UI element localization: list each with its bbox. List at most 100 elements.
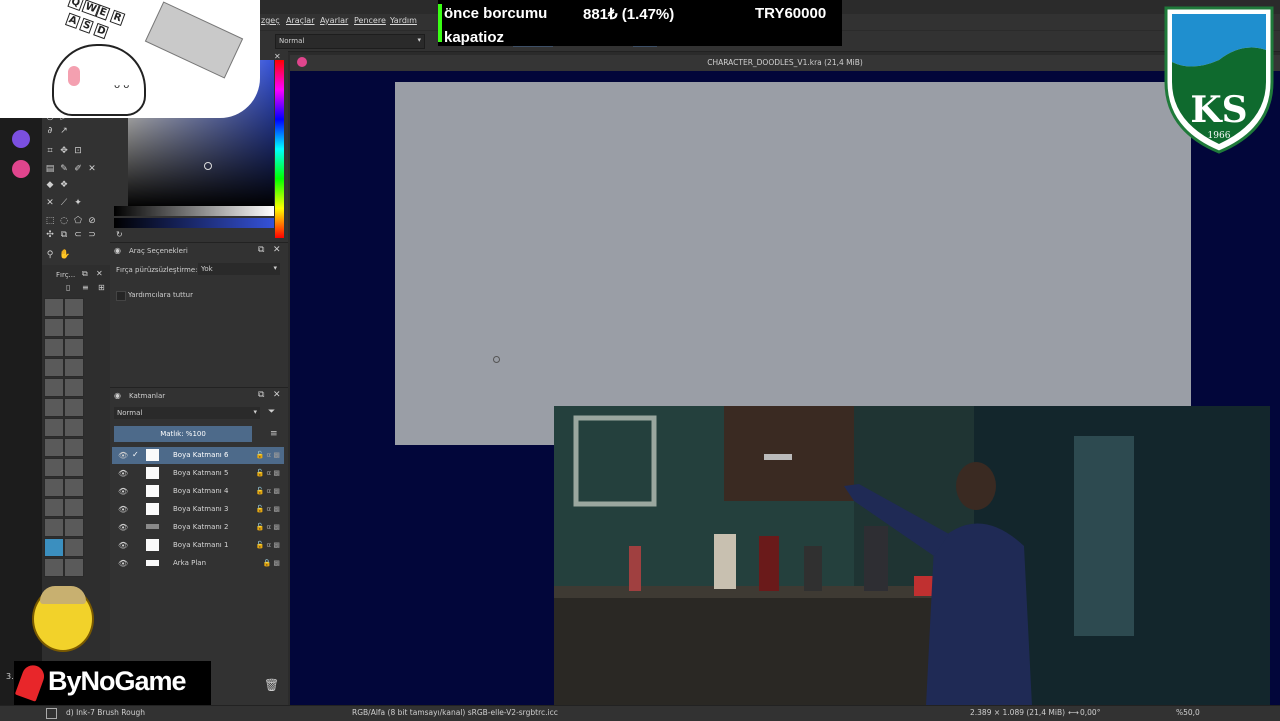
- brush-preset[interactable]: [64, 518, 84, 537]
- assistant-tool-icon[interactable]: ✕: [45, 198, 55, 208]
- menu-item-help[interactable]: Yardım: [390, 16, 417, 25]
- transform-tool-icon[interactable]: ⊡: [73, 146, 83, 156]
- brush-preset[interactable]: [44, 378, 64, 397]
- alpha-lock-icon[interactable]: 🔓 α ▩: [256, 451, 280, 459]
- measure-tool-icon[interactable]: ⟋: [59, 198, 69, 208]
- gradient-tool-icon[interactable]: ▤: [45, 164, 55, 174]
- alpha-lock-icon[interactable]: 🔓 α ▩: [256, 541, 280, 549]
- freehand-select-icon[interactable]: ⊘: [87, 216, 97, 226]
- menu-item-tools[interactable]: Araçlar: [286, 16, 314, 25]
- brush-preset[interactable]: [44, 418, 64, 437]
- zoom-tool-icon[interactable]: ⚲: [45, 250, 55, 260]
- eye-icon[interactable]: 👁: [118, 451, 128, 460]
- blue-slider[interactable]: [114, 218, 274, 228]
- brush-preset[interactable]: [64, 438, 84, 457]
- brush-preset[interactable]: [64, 498, 84, 517]
- lock-icon[interactable]: 🔒 ▩: [262, 559, 280, 567]
- canvas-paper[interactable]: [395, 82, 1191, 445]
- brush-preset[interactable]: [64, 538, 84, 557]
- pan-tool-icon[interactable]: ✋: [59, 250, 70, 260]
- blend-mode-select[interactable]: Normal ▾: [275, 34, 425, 49]
- bezier-select-icon[interactable]: ⊂: [73, 230, 83, 240]
- alpha-lock-icon[interactable]: 🔓 α ▩: [256, 469, 280, 477]
- freehand-path-icon[interactable]: ∂: [45, 126, 55, 136]
- brush-preset[interactable]: [44, 478, 64, 497]
- brush-preset[interactable]: [44, 518, 64, 537]
- menu-icon[interactable]: ≡: [270, 429, 278, 439]
- brush-preset[interactable]: [64, 418, 84, 437]
- ellipse-select-icon[interactable]: ◌: [59, 216, 69, 226]
- grid-icon[interactable]: ⊞: [98, 283, 105, 292]
- dynamic-brush-icon[interactable]: ↗: [59, 126, 69, 136]
- filter-icon[interactable]: ⏷: [268, 407, 275, 417]
- polygon-select-icon[interactable]: ⬠: [73, 216, 83, 226]
- pattern-tool-icon[interactable]: ❖: [59, 180, 69, 190]
- brush-preset[interactable]: [44, 338, 64, 357]
- hue-slider[interactable]: [275, 60, 284, 238]
- brush-preset[interactable]: [64, 338, 84, 357]
- float-icon[interactable]: ⧉: [258, 390, 264, 400]
- eye-icon[interactable]: 👁: [118, 559, 128, 568]
- close-icon[interactable]: ✕: [273, 390, 281, 400]
- layer-row[interactable]: 👁 Arka Plan 🔒 ▩: [112, 555, 284, 572]
- eye-icon[interactable]: 👁: [118, 487, 128, 496]
- smart-patch-icon[interactable]: ✐: [73, 164, 83, 174]
- brush-preset[interactable]: [44, 358, 64, 377]
- brush-preset[interactable]: [44, 498, 64, 517]
- brush-preset-selected[interactable]: [44, 538, 64, 557]
- opacity-slider[interactable]: Matlık: %100: [114, 426, 252, 442]
- check-icon[interactable]: ✓: [132, 450, 139, 459]
- layer-row[interactable]: 👁 Boya Katmanı 1 🔓 α ▩: [112, 537, 284, 554]
- reference-tool-icon[interactable]: ✦: [73, 198, 83, 208]
- color-cursor[interactable]: [204, 162, 212, 170]
- assistant-checkbox[interactable]: [116, 291, 126, 301]
- brush-preset[interactable]: [64, 398, 84, 417]
- refresh-icon[interactable]: ↻: [116, 230, 123, 239]
- brush-preset[interactable]: [64, 358, 84, 377]
- layer-row[interactable]: 👁 Boya Katmanı 4 🔓 α ▩: [112, 483, 284, 500]
- bookmark-icon[interactable]: ▯: [66, 283, 70, 292]
- fill-tool-icon[interactable]: ◆: [45, 180, 55, 190]
- close-icon[interactable]: ✕: [273, 245, 281, 255]
- menu-item-tools-partial[interactable]: zgeç: [261, 16, 280, 25]
- menu-item-window[interactable]: Pencere: [354, 16, 386, 25]
- similar-select-icon[interactable]: ⧉: [59, 230, 69, 240]
- krita-icon[interactable]: [12, 160, 30, 178]
- eye-icon[interactable]: 👁: [118, 523, 128, 532]
- close-icon[interactable]: ✕: [96, 269, 103, 278]
- contiguous-select-icon[interactable]: ✣: [45, 230, 55, 240]
- alpha-lock-icon[interactable]: 🔓 α ▩: [256, 505, 280, 513]
- move-tool-icon[interactable]: ✥: [59, 146, 69, 156]
- layer-row[interactable]: 👁 ✓ Boya Katmanı 6 🔓 α ▩: [112, 447, 284, 464]
- float-icon[interactable]: ⧉: [258, 245, 264, 255]
- rect-select-icon[interactable]: ⬚: [45, 216, 55, 226]
- layer-row[interactable]: 👁 Boya Katmanı 5 🔓 α ▩: [112, 465, 284, 482]
- magnetic-select-icon[interactable]: ⊃: [87, 230, 97, 240]
- eye-icon[interactable]: 👁: [118, 505, 128, 514]
- delete-layer-icon[interactable]: 🗑: [264, 678, 279, 692]
- brush-preset[interactable]: [44, 438, 64, 457]
- brush-preset[interactable]: [44, 318, 64, 337]
- alpha-lock-icon[interactable]: 🔓 α ▩: [256, 523, 280, 531]
- eye-icon[interactable]: 👁: [118, 541, 128, 550]
- app-icon-2[interactable]: [12, 130, 30, 148]
- brush-preset[interactable]: [44, 298, 64, 317]
- document-tab[interactable]: CHARACTER_DOODLES_V1.kra (21,4 MiB): [290, 55, 1280, 71]
- alpha-lock-icon[interactable]: 🔓 α ▩: [256, 487, 280, 495]
- brush-preset[interactable]: [64, 298, 84, 317]
- brush-preset[interactable]: [64, 478, 84, 497]
- layer-blend-select[interactable]: Normal ▾: [114, 407, 260, 419]
- crop-tool-icon[interactable]: ⌗: [45, 146, 55, 156]
- rotate-icon[interactable]: ⟷: [1068, 708, 1079, 717]
- close-icon[interactable]: ✕: [87, 164, 97, 174]
- brush-preset[interactable]: [44, 398, 64, 417]
- brush-preset[interactable]: [64, 378, 84, 397]
- float-icon[interactable]: ⧉: [82, 269, 88, 279]
- layer-row[interactable]: 👁 Boya Katmanı 2 🔓 α ▩: [112, 519, 284, 536]
- color-picker-icon[interactable]: ✎: [59, 164, 69, 174]
- menu-item-settings[interactable]: Ayarlar: [320, 16, 348, 25]
- layer-row[interactable]: 👁 Boya Katmanı 3 🔓 α ▩: [112, 501, 284, 518]
- brush-preset[interactable]: [64, 558, 84, 577]
- eye-icon[interactable]: 👁: [118, 469, 128, 478]
- brush-preset[interactable]: [64, 458, 84, 477]
